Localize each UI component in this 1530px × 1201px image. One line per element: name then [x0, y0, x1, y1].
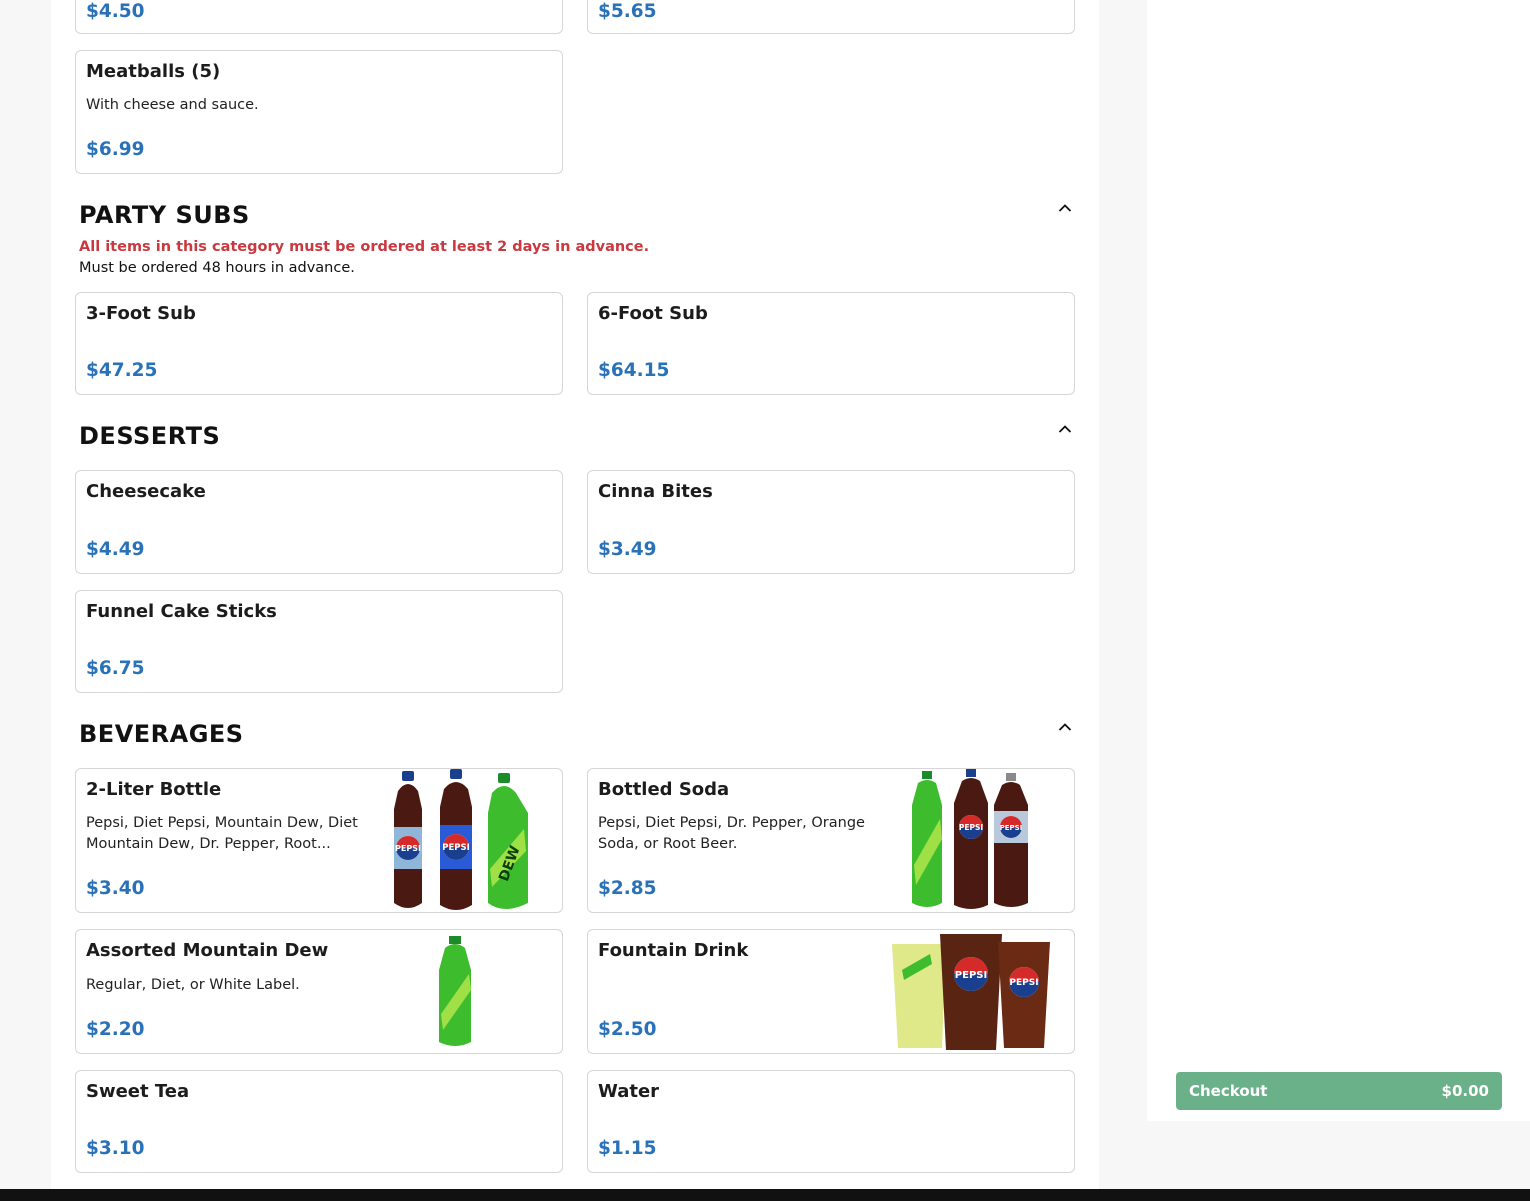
- two-liter-bottles-image: PEPSI PEPSI DEW: [394, 769, 528, 910]
- bottled-soda-image: PEPSI PEPSI: [912, 769, 1028, 909]
- menu-item-card[interactable]: Cheesecake $4.49: [75, 470, 563, 574]
- menu-item-card[interactable]: Sweet Tea $3.10: [75, 1070, 563, 1173]
- chevron-up-icon[interactable]: [1058, 424, 1072, 434]
- menu-item-card[interactable]: Funnel Cake Sticks $6.75: [75, 590, 563, 693]
- item-price: $3.10: [86, 1138, 145, 1159]
- item-name: Meatballs (5): [86, 61, 221, 82]
- item-price: $4.50: [86, 1, 145, 22]
- menu-item-card[interactable]: $4.50: [75, 0, 563, 34]
- item-name: Fountain Drink: [598, 940, 749, 961]
- item-price: $2.20: [86, 1019, 145, 1040]
- menu-item-card[interactable]: 3-Foot Sub $47.25: [75, 292, 563, 395]
- mountain-dew-bottle-image: [439, 936, 471, 1046]
- item-price: $5.65: [598, 1, 657, 22]
- menu-item-card[interactable]: 6-Foot Sub $64.15: [587, 292, 1075, 395]
- item-price: $6.75: [86, 658, 145, 679]
- item-name: Cheesecake: [86, 481, 206, 502]
- bottom-bar: [0, 1189, 1530, 1201]
- checkout-label: Checkout: [1189, 1082, 1268, 1100]
- checkout-button[interactable]: Checkout $0.00: [1176, 1072, 1502, 1110]
- item-description: Regular, Diet, or White Label.: [86, 977, 300, 993]
- section-title-desserts: DESSERTS: [79, 422, 221, 450]
- item-description: Pepsi, Diet Pepsi, Mountain Dew, Diet Mo…: [86, 815, 358, 852]
- item-name: 2-Liter Bottle: [86, 779, 222, 800]
- item-price: $64.15: [598, 360, 670, 381]
- svg-text:PEPSI: PEPSI: [1009, 978, 1038, 988]
- item-name: 6-Foot Sub: [598, 303, 708, 324]
- item-description: With cheese and sauce.: [86, 97, 259, 113]
- item-name: Cinna Bites: [598, 481, 713, 502]
- menu-item-card[interactable]: Water $1.15: [587, 1070, 1075, 1173]
- menu-item-card[interactable]: Meatballs (5) With cheese and sauce. $6.…: [75, 50, 563, 174]
- svg-text:PEPSI: PEPSI: [959, 823, 984, 832]
- section-title-beverages: BEVERAGES: [79, 720, 244, 748]
- svg-text:PEPSI: PEPSI: [955, 970, 987, 981]
- menu-item-card[interactable]: Assorted Mountain Dew Regular, Diet, or …: [75, 929, 563, 1054]
- item-price: $6.99: [86, 139, 145, 160]
- item-price: $3.40: [86, 878, 145, 899]
- menu-item-card[interactable]: 2-Liter Bottle Pepsi, Diet Pepsi, Mounta…: [75, 768, 563, 913]
- item-name: 3-Foot Sub: [86, 303, 196, 324]
- checkout-total: $0.00: [1441, 1082, 1489, 1100]
- svg-text:PEPSI: PEPSI: [442, 843, 470, 853]
- section-title-party-subs: PARTY SUBS: [79, 201, 250, 229]
- chevron-up-icon[interactable]: [1058, 203, 1072, 213]
- menu-item-card[interactable]: Bottled Soda Pepsi, Diet Pepsi, Dr. Pepp…: [587, 768, 1075, 913]
- menu-item-card[interactable]: Fountain Drink $2.50 PEPSI PEPSI: [587, 929, 1075, 1054]
- cart-panel: [1147, 0, 1530, 1121]
- fountain-drinks-image: PEPSI PEPSI: [892, 934, 1050, 1050]
- chevron-up-icon[interactable]: [1058, 722, 1072, 732]
- svg-text:PEPSI: PEPSI: [1000, 824, 1023, 832]
- item-price: $3.49: [598, 539, 657, 560]
- menu-item-card[interactable]: Cinna Bites $3.49: [587, 470, 1075, 574]
- menu-item-card[interactable]: $5.65: [587, 0, 1075, 34]
- item-name: Bottled Soda: [598, 779, 730, 800]
- item-name: Water: [598, 1081, 660, 1102]
- item-price: $2.85: [598, 878, 657, 899]
- svg-text:PEPSI: PEPSI: [395, 844, 421, 853]
- item-name: Funnel Cake Sticks: [86, 601, 277, 622]
- item-price: $4.49: [86, 539, 145, 560]
- item-name: Sweet Tea: [86, 1081, 190, 1102]
- category-note: Must be ordered 48 hours in advance.: [79, 260, 355, 276]
- item-description: Pepsi, Diet Pepsi, Dr. Pepper, Orange So…: [598, 815, 865, 852]
- item-price: $1.15: [598, 1138, 657, 1159]
- item-price: $2.50: [598, 1019, 657, 1040]
- item-price: $47.25: [86, 360, 158, 381]
- item-name: Assorted Mountain Dew: [86, 940, 329, 961]
- advance-order-warning: All items in this category must be order…: [79, 239, 650, 255]
